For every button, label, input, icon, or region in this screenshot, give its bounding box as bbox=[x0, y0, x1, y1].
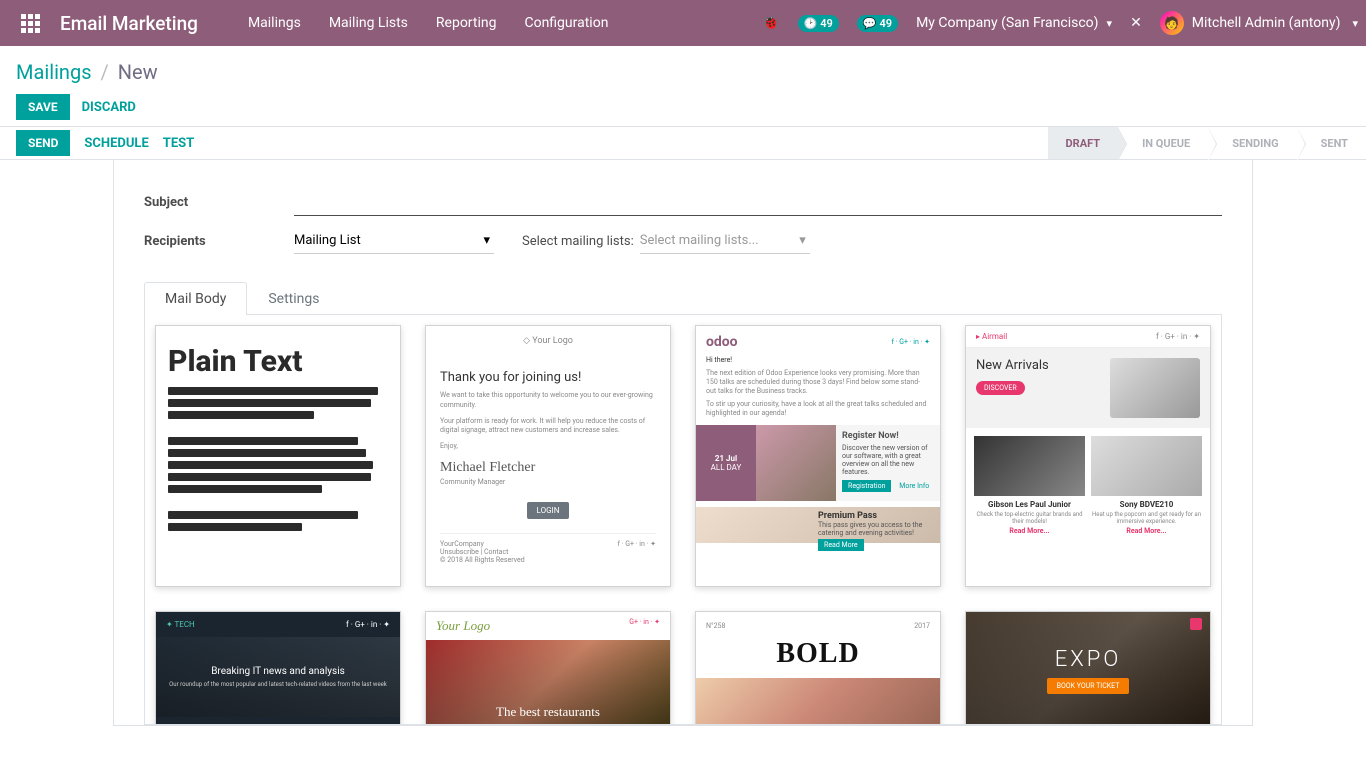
apps-icon[interactable] bbox=[18, 11, 42, 35]
chevron-down-icon: ▾ bbox=[483, 233, 490, 248]
nav-reporting[interactable]: Reporting bbox=[436, 15, 497, 31]
subject-label: Subject bbox=[144, 195, 294, 210]
play-icon bbox=[1190, 618, 1202, 630]
template-welcome[interactable]: ◇ Your Logo Thank you for joining us! We… bbox=[425, 325, 671, 587]
messages-badge[interactable]: 💬 49 bbox=[857, 15, 898, 32]
breadcrumb-current: New bbox=[118, 60, 158, 84]
nav-mailing-lists[interactable]: Mailing Lists bbox=[329, 15, 408, 31]
avatar: 🧑 bbox=[1160, 11, 1184, 35]
status-sent[interactable]: SENT bbox=[1297, 127, 1366, 159]
status-draft[interactable]: DRAFT bbox=[1048, 127, 1119, 159]
test-button[interactable]: TEST bbox=[163, 136, 194, 151]
activities-badge[interactable]: 🕑 49 bbox=[798, 15, 839, 32]
template-tech[interactable]: ✦ TECHf · G+ · in · ✦ Breaking IT news a… bbox=[155, 611, 401, 725]
user-name: Mitchell Admin (antony) bbox=[1192, 15, 1341, 31]
nav-mailings[interactable]: Mailings bbox=[248, 15, 301, 31]
breadcrumb: Mailings / New bbox=[16, 60, 1350, 84]
clock-icon: 🕑 bbox=[804, 17, 818, 30]
template-airmail[interactable]: ▸ Airmailf · G+ · in · ✦ New Arrivals DI… bbox=[965, 325, 1211, 587]
control-panel: Mailings / New SAVE DISCARD bbox=[0, 46, 1366, 126]
send-button[interactable]: SEND bbox=[16, 130, 70, 156]
user-menu[interactable]: 🧑 Mitchell Admin (antony) bbox=[1160, 11, 1358, 35]
schedule-button[interactable]: SCHEDULE bbox=[84, 136, 148, 151]
recipients-value: Mailing List bbox=[294, 233, 361, 248]
status-bar: SEND SCHEDULE TEST DRAFT IN QUEUE SENDIN… bbox=[0, 126, 1366, 160]
mailing-lists-select[interactable]: Select mailing lists... ▾ bbox=[640, 228, 810, 254]
form-tabs: Mail Body Settings bbox=[144, 282, 1222, 315]
messages-count: 49 bbox=[880, 17, 893, 30]
chat-icon: 💬 bbox=[863, 17, 877, 30]
discard-button[interactable]: DISCARD bbox=[82, 100, 136, 115]
nav-links: Mailings Mailing Lists Reporting Configu… bbox=[248, 15, 608, 31]
chevron-down-icon: ▾ bbox=[799, 233, 806, 248]
template-expo[interactable]: EXPO BOOK YOUR TICKET bbox=[965, 611, 1211, 725]
template-title: Plain Text bbox=[168, 344, 392, 379]
template-odoo-event[interactable]: odoof · G+ · in · ✦ Hi there! The next e… bbox=[695, 325, 941, 587]
tab-settings[interactable]: Settings bbox=[247, 282, 340, 315]
company-switcher[interactable]: My Company (San Francisco) bbox=[916, 15, 1112, 31]
form-sheet: Subject Recipients Mailing List ▾ Select… bbox=[113, 160, 1253, 726]
app-brand[interactable]: Email Marketing bbox=[60, 12, 198, 35]
template-bold[interactable]: N°2582017 BOLD bbox=[695, 611, 941, 725]
activities-count: 49 bbox=[820, 17, 833, 30]
tools-icon[interactable]: ✕ bbox=[1130, 15, 1142, 31]
nav-right: 🐞 🕑 49 💬 49 My Company (San Francisco) ✕… bbox=[762, 11, 1358, 35]
save-button[interactable]: SAVE bbox=[16, 94, 70, 120]
breadcrumb-root[interactable]: Mailings bbox=[16, 60, 92, 84]
bug-icon[interactable]: 🐞 bbox=[762, 15, 779, 31]
recipients-label: Recipients bbox=[144, 234, 294, 249]
status-in-queue[interactable]: IN QUEUE bbox=[1118, 127, 1208, 159]
recipients-select[interactable]: Mailing List ▾ bbox=[294, 228, 494, 254]
status-sending[interactable]: SENDING bbox=[1208, 127, 1296, 159]
template-restaurant[interactable]: Your LogoG+ · in · ✦ The best restaurant… bbox=[425, 611, 671, 725]
tab-mail-body[interactable]: Mail Body bbox=[144, 282, 247, 315]
mailing-lists-label: Select mailing lists: bbox=[522, 234, 634, 249]
template-plain-text[interactable]: Plain Text bbox=[155, 325, 401, 587]
nav-configuration[interactable]: Configuration bbox=[524, 15, 608, 31]
status-steps: DRAFT IN QUEUE SENDING SENT bbox=[1048, 127, 1366, 159]
template-area[interactable]: Plain Text ◇ Your Logo Thank you for joi… bbox=[144, 315, 1222, 725]
company-name: My Company (San Francisco) bbox=[916, 15, 1098, 31]
top-nav: Email Marketing Mailings Mailing Lists R… bbox=[0, 0, 1366, 46]
subject-input[interactable] bbox=[294, 188, 1222, 216]
mailing-lists-placeholder: Select mailing lists... bbox=[640, 233, 759, 248]
